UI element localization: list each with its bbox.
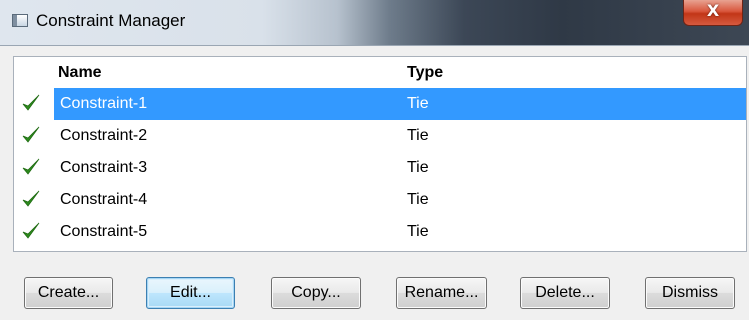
selection-highlight — [54, 88, 746, 120]
constraint-name: Constraint-2 — [60, 127, 148, 144]
copy-button[interactable]: Copy... — [271, 277, 361, 309]
constraint-type: Tie — [407, 127, 429, 144]
constraint-type: Tie — [407, 95, 429, 112]
column-header-type[interactable]: Type — [407, 64, 443, 82]
checkmark-icon — [22, 190, 40, 207]
constraint-name: Constraint-3 — [60, 159, 148, 176]
rename-button[interactable]: Rename... — [396, 277, 487, 309]
checkmark-icon — [22, 222, 40, 239]
checkmark-icon — [22, 94, 40, 111]
dismiss-button[interactable]: Dismiss — [645, 277, 735, 309]
constraint-type: Tie — [407, 191, 429, 208]
title-bar[interactable]: Constraint Manager X — [0, 0, 749, 46]
create-button[interactable]: Create... — [24, 277, 113, 309]
delete-button[interactable]: Delete... — [520, 277, 610, 309]
constraint-manager-window: Constraint Manager X Name Type Constrain… — [0, 0, 749, 320]
window-icon — [12, 14, 28, 27]
column-header-name[interactable]: Name — [58, 64, 102, 82]
table-row[interactable]: Constraint-3 Tie — [14, 152, 746, 184]
checkmark-icon — [22, 158, 40, 175]
table-row[interactable]: Constraint-5 Tie — [14, 216, 746, 248]
constraint-type: Tie — [407, 223, 429, 240]
table-row[interactable]: Constraint-2 Tie — [14, 120, 746, 152]
close-button[interactable]: X — [683, 0, 743, 26]
table-row[interactable]: Constraint-1 Tie — [14, 88, 746, 120]
constraint-name: Constraint-4 — [60, 191, 148, 208]
window-title: Constraint Manager — [36, 11, 186, 30]
edit-button[interactable]: Edit... — [146, 277, 235, 309]
checkmark-icon — [22, 126, 40, 143]
constraint-name: Constraint-1 — [60, 95, 148, 112]
close-icon: X — [706, 1, 720, 20]
table-row[interactable]: Constraint-4 Tie — [14, 184, 746, 216]
constraint-type: Tie — [407, 159, 429, 176]
constraint-name: Constraint-5 — [60, 223, 148, 240]
